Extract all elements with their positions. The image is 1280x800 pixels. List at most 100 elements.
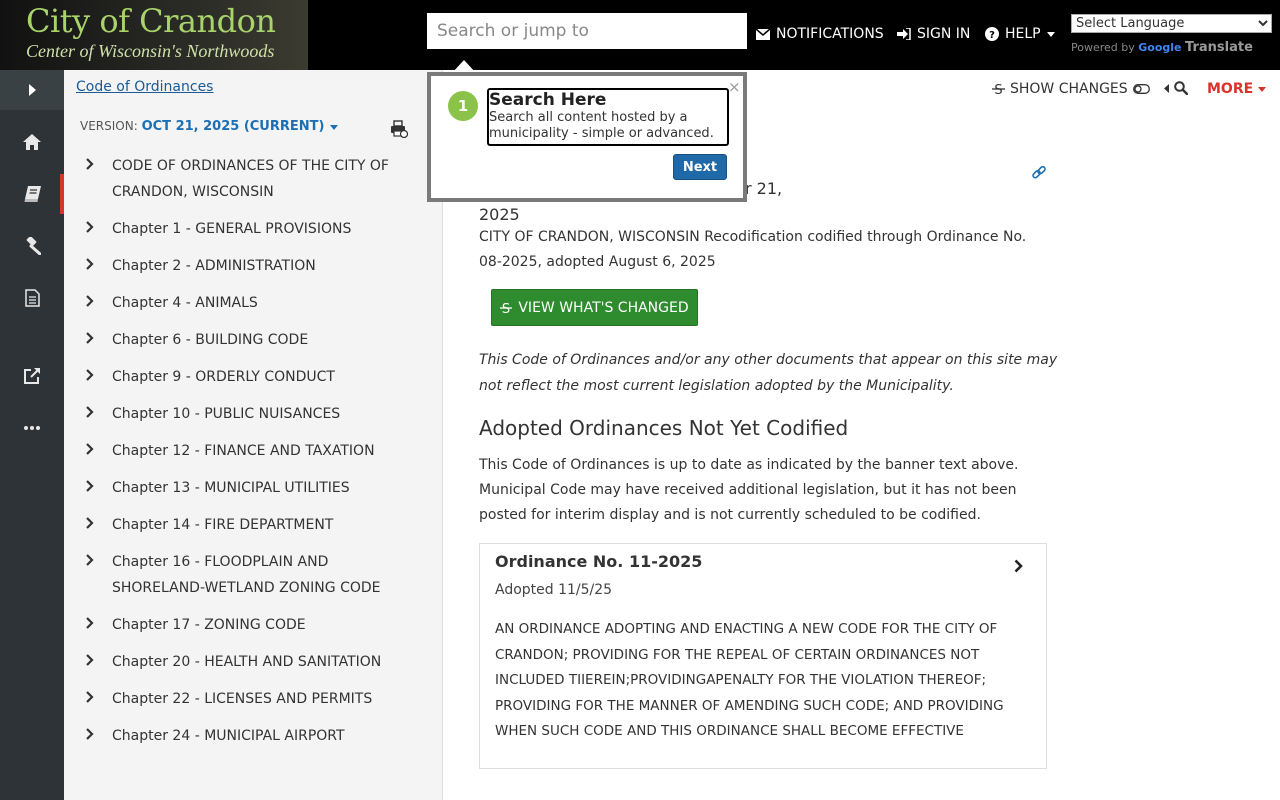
chevron-right-icon	[86, 369, 94, 381]
toc-item-label: Chapter 6 - BUILDING CODE	[112, 332, 309, 348]
chevron-right-icon	[86, 617, 94, 629]
toc-item[interactable]: Chapter 16 - FLOODPLAIN AND SHORELAND-WE…	[64, 546, 442, 609]
caret-left-icon	[1164, 83, 1169, 93]
disclaimer-text: This Code of Ordinances and/or any other…	[479, 352, 1058, 394]
toc-item[interactable]: Chapter 10 - PUBLIC NUISANCES	[64, 398, 442, 435]
chevron-right-icon	[86, 406, 94, 418]
google-logo-text: Google	[1138, 41, 1182, 54]
tour-text: Search all content hosted by a municipal…	[489, 110, 714, 141]
toc-item[interactable]: Chapter 6 - BUILDING CODE	[64, 324, 442, 361]
codified-text: CITY OF CRANDON, WISCONSIN Recodificatio…	[479, 229, 1027, 270]
help-menu[interactable]: ? HELP	[985, 26, 1055, 42]
toc-item-label: Chapter 12 - FINANCE AND TAXATION	[112, 443, 375, 459]
notifications-link[interactable]: NOTIFICATIONS	[756, 26, 884, 42]
toc-item-label: Chapter 10 - PUBLIC NUISANCES	[112, 406, 341, 422]
tour-step-badge: 1	[448, 91, 478, 121]
logo-subtitle: Center of Wisconsin's Northwoods	[26, 41, 275, 61]
ordinance-adopted-date: Adopted 11/5/25	[495, 582, 613, 598]
home-icon	[23, 134, 41, 150]
home-button[interactable]	[0, 122, 64, 162]
chevron-right-icon	[86, 221, 94, 233]
toc-item-label: Chapter 4 - ANIMALS	[112, 295, 258, 311]
question-icon: ?	[985, 27, 999, 41]
chevron-right-icon	[86, 480, 94, 492]
toc-list: CODE OF ORDINANCES OF THE CITY OF CRANDO…	[64, 150, 442, 757]
rail-toggle-button[interactable]	[0, 70, 64, 110]
toc-item-label: CODE OF ORDINANCES OF THE CITY OF CRANDO…	[112, 158, 389, 200]
version-label: VERSION:	[80, 119, 138, 133]
toc-item[interactable]: CODE OF ORDINANCES OF THE CITY OF CRANDO…	[64, 150, 442, 213]
city-logo[interactable]: City of Crandon Center of Wisconsin's No…	[0, 0, 308, 70]
section-heading: Adopted Ordinances Not Yet Codified	[479, 416, 849, 440]
view-whats-changed-label: VIEW WHAT'S CHANGED	[518, 299, 689, 316]
language-select[interactable]: Select Language	[1071, 14, 1272, 33]
ordinance-card[interactable]: Ordinance No. 11-2025 Adopted 11/5/25 AN…	[479, 543, 1047, 769]
tour-title: Search Here	[489, 90, 607, 110]
toc-item[interactable]: Chapter 9 - ORDERLY CONDUCT	[64, 361, 442, 398]
link-icon	[1032, 165, 1046, 179]
copy-link-button[interactable]	[1032, 165, 1046, 184]
print-button[interactable]	[390, 120, 409, 142]
tour-content: Search Here Search all content hosted by…	[487, 88, 729, 146]
toc-item[interactable]: Chapter 2 - ADMINISTRATION	[64, 250, 442, 287]
search-icon	[1174, 81, 1188, 95]
sign-in-icon	[897, 28, 911, 40]
show-changes-label: SHOW CHANGES	[1010, 81, 1128, 97]
toc-item[interactable]: Chapter 4 - ANIMALS	[64, 287, 442, 324]
caret-down-icon	[1046, 31, 1055, 37]
more-menu[interactable]: MORE	[1207, 81, 1267, 97]
toc-item[interactable]: Chapter 14 - FIRE DEPARTMENT	[64, 509, 442, 546]
toc-item-label: Chapter 24 - MUNICIPAL AIRPORT	[112, 728, 345, 744]
documents-button[interactable]	[0, 278, 64, 318]
external-link-icon	[24, 368, 40, 384]
chevron-right-icon	[86, 554, 94, 566]
close-icon[interactable]: ×	[728, 78, 741, 96]
breadcrumb[interactable]: Code of Ordinances	[76, 79, 213, 95]
search-input[interactable]	[427, 13, 747, 49]
toc-item-label: Chapter 22 - LICENSES AND PERMITS	[112, 691, 373, 707]
tour-next-button[interactable]: Next	[673, 154, 727, 180]
toc-panel: Code of Ordinances VERSION: OCT 21, 2025…	[64, 70, 443, 800]
chevron-right-icon	[86, 517, 94, 529]
toc-item[interactable]: Chapter 17 - ZONING CODE	[64, 609, 442, 646]
toc-item[interactable]: Chapter 12 - FINANCE AND TAXATION	[64, 435, 442, 472]
chevron-right-icon[interactable]	[1014, 559, 1023, 573]
external-link-button[interactable]	[0, 356, 64, 396]
toc-item[interactable]: Chapter 20 - HEALTH AND SANITATION	[64, 646, 442, 683]
left-rail	[0, 70, 64, 800]
sign-in-label: SIGN IN	[917, 26, 971, 42]
caret-down-icon	[1258, 86, 1267, 92]
chevron-right-icon	[86, 332, 94, 344]
help-label: HELP	[1005, 26, 1041, 42]
toc-item-label: Chapter 9 - ORDERLY CONDUCT	[112, 369, 335, 385]
chevron-right-icon	[86, 295, 94, 307]
version-selector[interactable]: VERSION: OCT 21, 2025 (CURRENT)	[80, 119, 339, 134]
powered-by-text: Powered by	[1071, 41, 1135, 54]
toc-item-label: Chapter 1 - GENERAL PROVISIONS	[112, 221, 352, 237]
strikethrough-icon: S	[500, 302, 513, 315]
powered-by-google: Powered by Google Translate	[1071, 40, 1253, 55]
legislation-button[interactable]	[0, 226, 64, 266]
toc-item-label: Chapter 16 - FLOODPLAIN AND SHORELAND-WE…	[112, 554, 381, 596]
view-whats-changed-button[interactable]: S VIEW WHAT'S CHANGED	[491, 289, 698, 326]
logo-title: City of Crandon	[26, 2, 276, 40]
translate-link[interactable]: Translate	[1185, 40, 1253, 55]
toc-item[interactable]: Chapter 1 - GENERAL PROVISIONS	[64, 213, 442, 250]
ordinance-description: AN ORDINANCE ADOPTING AND ENACTING A NEW…	[495, 621, 1004, 739]
toc-item-label: Chapter 14 - FIRE DEPARTMENT	[112, 517, 334, 533]
version-text-end: r 21,	[745, 179, 783, 198]
document-icon	[24, 289, 40, 307]
toc-item[interactable]: Chapter 22 - LICENSES AND PERMITS	[64, 683, 442, 720]
toc-item[interactable]: Chapter 13 - MUNICIPAL UTILITIES	[64, 472, 442, 509]
toc-item[interactable]: Chapter 24 - MUNICIPAL AIRPORT	[64, 720, 442, 757]
show-changes-toggle[interactable]: S SHOW CHANGES	[992, 81, 1150, 97]
more-options-button[interactable]	[0, 408, 64, 448]
codes-button[interactable]	[0, 174, 64, 214]
search-in-document-button[interactable]	[1164, 81, 1188, 95]
sign-in-link[interactable]: SIGN IN	[897, 26, 970, 42]
toc-item-label: Chapter 17 - ZONING CODE	[112, 617, 306, 633]
svg-text:?: ?	[989, 30, 995, 41]
gavel-icon	[26, 237, 41, 255]
chevron-right-icon	[28, 84, 36, 96]
ordinance-title: Ordinance No. 11-2025	[495, 552, 703, 571]
